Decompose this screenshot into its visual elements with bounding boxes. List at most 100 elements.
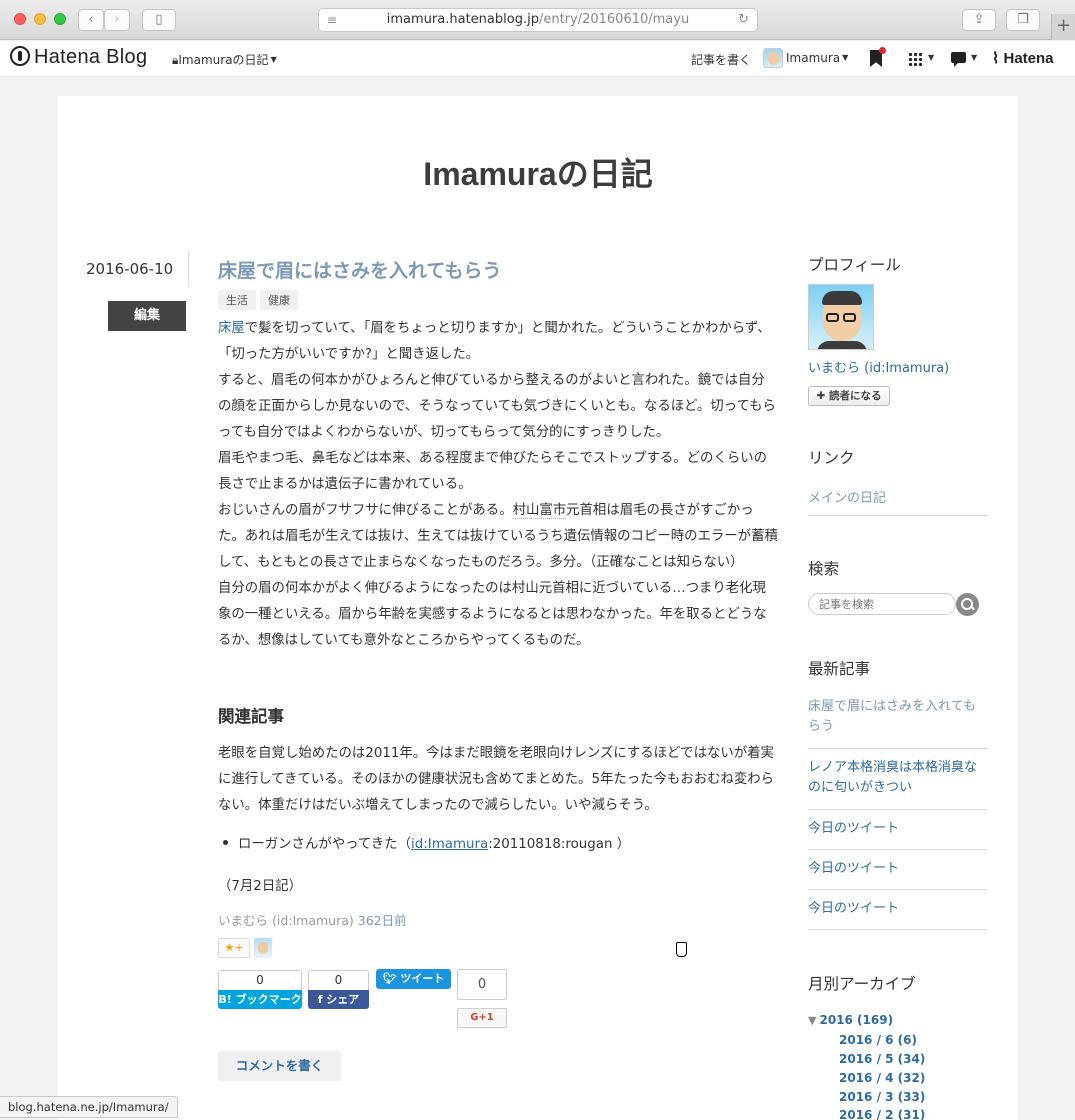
hatena-blog-logo[interactable]: Hatena Blog	[10, 46, 147, 69]
write-entry-link[interactable]: 記事を書く	[691, 51, 751, 68]
facebook-share-button[interactable]: 0 f シェア	[308, 970, 369, 1009]
url-domain: imamura.hatenablog.jp	[386, 12, 539, 27]
archive-month-link[interactable]: 2016 / 6 (6)	[839, 1033, 917, 1047]
profile-avatar[interactable]	[808, 284, 874, 350]
mouse-pointer-icon	[676, 942, 687, 957]
zoom-window-button[interactable]	[54, 13, 66, 25]
recent-entry-link[interactable]: 今日のツイート	[808, 859, 988, 890]
hatena-link[interactable]: ⌇ Hatena	[992, 49, 1054, 67]
reader-icon[interactable]: ≡	[327, 9, 337, 31]
notification-dot	[879, 47, 886, 54]
forward-button[interactable]: ›	[104, 9, 130, 31]
status-bar-url: blog.hatena.ne.jp/Imamura/	[0, 1096, 178, 1118]
paragraph-text: で髪を切っていて、「眉をちょっと切りますか」と聞かれた。どういうことかわからず、…	[218, 321, 771, 362]
blog-container: Imamuraの日記 2016-06-10 編集 床屋で眉にはさみを入れてもらう…	[58, 96, 1018, 1120]
archive-month-link[interactable]: 2016 / 5 (34)	[839, 1052, 925, 1066]
keyword-link[interactable]: 床屋	[218, 321, 245, 336]
related-heading: 関連記事	[218, 707, 284, 726]
user-avatar[interactable]	[763, 48, 783, 68]
google-plus-button[interactable]: G+1	[457, 1008, 507, 1028]
archive-year-toggle[interactable]: ▼ 2016 (169)	[808, 1013, 893, 1027]
search-input[interactable]	[808, 593, 956, 615]
archive-month-link[interactable]: 2016 / 4 (32)	[839, 1071, 925, 1085]
archive-heading: 月別アーカイブ	[808, 975, 916, 993]
sidebar-toggle-button[interactable]: ▯	[142, 9, 176, 31]
google-plus-widget: 0 G+1	[457, 969, 507, 1028]
entry-title[interactable]: 床屋で眉にはさみを入れてもらう	[218, 256, 501, 283]
author-link[interactable]: いまむら (id:Imamura)	[218, 913, 354, 928]
bookmark-count: 0	[218, 970, 302, 990]
user-menu-label: Imamura	[786, 51, 841, 65]
browser-toolbar: ‹ › ▯ ≡ imamura.hatenablog.jp/entry/2016…	[0, 0, 1075, 40]
related-id-link[interactable]: id:Imamura	[411, 837, 488, 852]
entry-footer: いまむら (id:Imamura) 362日前	[218, 910, 407, 929]
recent-entry-link[interactable]: レノア本格消臭は本格消臭なのに匂いがきつい	[808, 758, 988, 810]
paragraph: おじいさんの眉がフサフサに伸びることがある。村山富市元首相は眉毛の長さがすごかっ…	[218, 498, 778, 576]
reload-icon[interactable]: ↻	[738, 9, 749, 31]
tabs-icon: ❐	[1017, 12, 1029, 27]
bookmark-label: B! ブックマーク	[218, 990, 302, 1009]
date-note: （7月2日記）	[218, 879, 302, 894]
hatena-global-header: Hatena Blog 🔒︎Imamuraの日記 ▼ 記事を書く Imamura ▼…	[0, 41, 1075, 77]
search-button[interactable]	[956, 593, 979, 616]
archive-year-label: 2016 (169)	[819, 1013, 894, 1027]
recent-entry-link[interactable]: 床屋で眉にはさみを入れてもらう	[808, 697, 988, 749]
keyword-link[interactable]: 村山富市	[512, 503, 567, 519]
sidebar-icon: ▯	[155, 12, 163, 27]
related-item-text: ローガンさんがやってきた（	[238, 837, 412, 852]
entry-permalink[interactable]: 362日前	[358, 913, 407, 928]
archive-month-link[interactable]: 2016 / 3 (33)	[839, 1090, 925, 1104]
share-count: 0	[308, 970, 369, 990]
blog-selector[interactable]: 🔒︎Imamuraの日記 ▼	[172, 51, 277, 68]
date-divider	[188, 250, 189, 287]
paragraph: 床屋で髪を切っていて、「眉をちょっと切りますか」と聞かれた。どういうことかわから…	[218, 316, 778, 368]
address-bar[interactable]: ≡ imamura.hatenablog.jp/entry/20160610/m…	[318, 8, 758, 32]
hatena-label: Hatena	[1003, 50, 1054, 67]
caret-down-icon: ▼	[842, 53, 849, 62]
archive-month-link[interactable]: 2016 / 2 (31)	[839, 1108, 925, 1120]
user-menu[interactable]: Imamura ▼	[786, 51, 848, 65]
search-heading: 検索	[808, 560, 840, 578]
related-list-item: ローガンさんがやってきた（id:Imamura:20110818:rougan …	[223, 832, 630, 852]
share-button[interactable]: ⇪	[962, 9, 996, 31]
blog-title[interactable]: Imamuraの日記	[58, 149, 1018, 195]
close-window-button[interactable]	[14, 13, 26, 25]
main-diary-link[interactable]: メインの日記	[808, 487, 886, 506]
hatena-logo-icon	[10, 46, 30, 66]
bullet	[223, 840, 228, 845]
chevron-left-icon: ‹	[88, 12, 94, 27]
tweet-button[interactable]: 🐦︎ ツイート	[376, 969, 451, 989]
tweet-label: ツイート	[400, 972, 445, 985]
write-comment-button[interactable]: コメントを書く	[218, 1051, 341, 1081]
category-tag[interactable]: 健康	[260, 290, 298, 310]
recent-entry-link[interactable]: 今日のツイート	[808, 819, 988, 850]
new-tab-button[interactable]: +	[1051, 14, 1075, 40]
add-star-button[interactable]: ★+	[218, 938, 250, 958]
apps-grid-icon[interactable]	[908, 52, 922, 66]
back-button[interactable]: ‹	[78, 9, 104, 31]
caret-down-icon: ▼	[270, 55, 277, 64]
minimize-window-button[interactable]	[34, 13, 46, 25]
related-text: 老眼を自覚し始めたのは2011年。今はまだ眼鏡を老眼向けレンズにするほどではない…	[218, 746, 775, 813]
triangle-down-icon: ▼	[808, 1014, 817, 1027]
avatar-hair	[822, 291, 862, 305]
entry-date[interactable]: 2016-06-10	[86, 260, 188, 278]
paragraph: 眉毛やまつ毛、鼻毛などは本来、ある程度まで伸びたらそこでストップする。どのくらい…	[218, 451, 768, 492]
category-tag[interactable]: 生活	[218, 290, 256, 310]
share-icon: ⇪	[973, 12, 985, 27]
profile-name-link[interactable]: いまむら (id:Imamura)	[808, 357, 949, 376]
tabs-button[interactable]: ❐	[1006, 9, 1040, 31]
edit-button[interactable]: 編集	[108, 301, 186, 331]
comment-balloon-icon[interactable]	[951, 52, 966, 67]
star-user-avatar[interactable]	[254, 938, 272, 958]
caret-down-icon: ▼	[928, 53, 935, 62]
share-label: f シェア	[308, 990, 369, 1009]
subscribe-button[interactable]: ✚ 読者になる	[808, 386, 890, 406]
paragraph: すると、眉毛の何本かがひょろんと伸びているから整えるのがよいと言われた。鏡では自…	[218, 373, 776, 440]
profile-heading: プロフィール	[808, 256, 901, 274]
paragraph: 自分の眉の何本かがよく伸びるようになったのは村山元首相に近づいている…つまり老化…	[218, 581, 767, 648]
logo-text: Hatena Blog	[34, 46, 148, 68]
recent-entry-link[interactable]: 今日のツイート	[808, 899, 988, 930]
google-plus-count: 0	[457, 969, 507, 1000]
hatena-bookmark-button[interactable]: 0 B! ブックマーク	[218, 970, 302, 1009]
